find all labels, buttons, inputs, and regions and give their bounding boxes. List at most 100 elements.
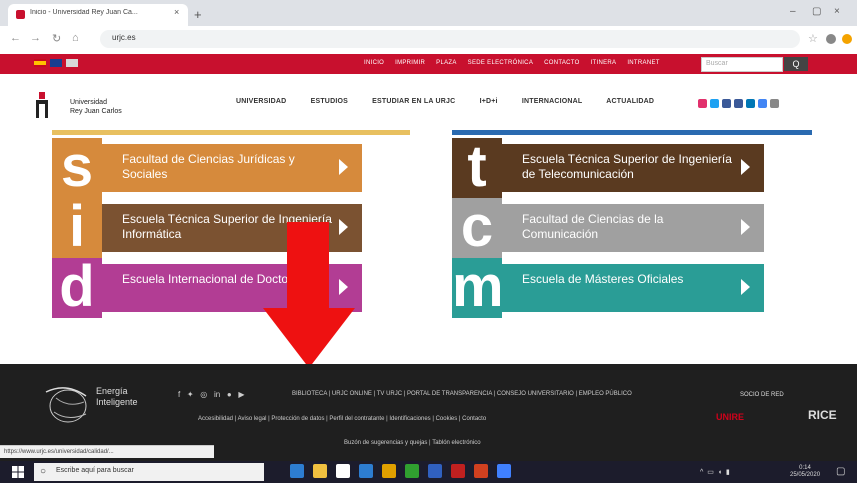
spain-flag-icon[interactable] — [34, 59, 46, 67]
footer-link[interactable]: Aviso legal — [238, 416, 267, 422]
nav-internacional[interactable]: INTERNACIONAL — [522, 98, 583, 105]
logo-text[interactable]: Universidad Rey Juan Carlos — [70, 98, 122, 116]
footer-link[interactable]: TV URJC — [377, 391, 402, 397]
taskbar-app-icon[interactable] — [497, 464, 511, 478]
footer-link[interactable]: PORTAL DE TRANSPARENCIA — [407, 391, 492, 397]
toplink-plaza[interactable]: PLAZA — [436, 60, 457, 66]
toplink-contacto[interactable]: CONTACTO — [544, 60, 580, 66]
toplink-imprimir[interactable]: IMPRIMIR — [395, 60, 425, 66]
taskbar-app-icon[interactable] — [290, 464, 304, 478]
forward-icon[interactable]: → — [30, 32, 41, 44]
partner-rice-logo[interactable]: RICE — [808, 408, 837, 422]
taskbar-app-icon[interactable] — [359, 464, 373, 478]
footer-link[interactable]: Accesibilidad — [198, 416, 233, 422]
instagram-icon[interactable]: ◎ — [200, 390, 207, 399]
extension-icon[interactable] — [826, 34, 836, 44]
reload-icon[interactable]: ↻ — [52, 32, 61, 45]
browser-tab[interactable]: Inicio - Universidad Rey Juan Ca... × — [8, 4, 188, 26]
taskbar-app-icon[interactable] — [405, 464, 419, 478]
play-arrow-icon[interactable] — [339, 279, 348, 295]
school-letter-t: t — [452, 138, 502, 198]
close-window-button[interactable]: × — [834, 6, 840, 17]
play-arrow-icon[interactable] — [339, 219, 348, 235]
address-bar[interactable]: urjc.es — [100, 30, 800, 48]
taskbar-app-icon[interactable] — [474, 464, 488, 478]
clock-time: 0:14 — [799, 465, 811, 471]
play-arrow-icon[interactable] — [741, 279, 750, 295]
taskbar-search-placeholder: Escribe aquí para buscar — [56, 467, 134, 474]
back-icon[interactable]: ← — [10, 32, 21, 44]
home-icon[interactable]: ⌂ — [72, 32, 79, 44]
linkedin-icon[interactable]: in — [214, 390, 220, 399]
flickr-icon[interactable] — [722, 99, 731, 108]
footer-link[interactable]: Identificaciones — [389, 416, 430, 422]
maximize-button[interactable]: ▢ — [812, 6, 821, 17]
schools-grid: s Facultad de Ciencias Jurídicas y Social… — [0, 130, 857, 364]
search-icon: ○ — [40, 466, 47, 477]
taskbar-clock[interactable]: 0:14 25/05/2020 — [790, 465, 820, 479]
chevron-up-icon[interactable]: ^ — [700, 469, 703, 476]
school-card[interactable]: Escuela de Másteres Oficiales — [502, 264, 764, 312]
facebook-icon[interactable] — [734, 99, 743, 108]
uk-flag-icon[interactable] — [50, 59, 62, 67]
flickr-icon[interactable]: ● — [227, 390, 232, 399]
nav-actualidad[interactable]: ACTUALIDAD — [606, 98, 654, 105]
footer-brand: Energía Inteligente — [96, 386, 138, 408]
volume-icon[interactable]: ◖ — [718, 469, 722, 476]
urjc-logo-icon[interactable] — [34, 92, 50, 118]
play-arrow-icon[interactable] — [741, 219, 750, 235]
footer-link[interactable]: Cookies — [436, 416, 458, 422]
tab-close-icon[interactable]: × — [174, 7, 179, 17]
facebook-icon[interactable]: f — [178, 390, 180, 399]
footer-link[interactable]: Contacto — [462, 416, 486, 422]
linkedin-icon[interactable] — [746, 99, 755, 108]
taskbar-search-input[interactable]: ○ Escribe aquí para buscar — [34, 463, 264, 481]
school-card[interactable]: Facultad de Ciencias de la Comunicación — [502, 204, 764, 252]
taskbar-app-icon[interactable] — [313, 464, 327, 478]
twitter-icon[interactable] — [710, 99, 719, 108]
footer-link[interactable]: Perfil del contratante — [329, 416, 384, 422]
footer-link[interactable]: BIBLIOTECA — [292, 391, 327, 397]
taskbar-app-icon[interactable] — [428, 464, 442, 478]
toplink-inicio[interactable]: INICIO — [364, 60, 384, 66]
instagram-icon[interactable] — [698, 99, 707, 108]
nav-universidad[interactable]: UNIVERSIDAD — [236, 98, 286, 105]
nav-estudiar[interactable]: ESTUDIAR EN LA URJC — [372, 98, 455, 105]
play-arrow-icon[interactable] — [741, 159, 750, 175]
battery-icon[interactable]: ▮ — [726, 469, 730, 476]
partner-unire-logo[interactable]: UNIRE — [716, 412, 744, 422]
taskbar-app-icon[interactable] — [336, 464, 350, 478]
footer-link[interactable]: CONSEJO UNIVERSITARIO — [497, 391, 574, 397]
footer-link[interactable]: URJC ONLINE — [332, 391, 372, 397]
footer-link[interactable]: Buzón de sugerencias y quejas — [344, 440, 427, 446]
search-button[interactable]: Q — [784, 57, 808, 71]
nav-idi[interactable]: I+D+i — [480, 98, 498, 105]
toplink-itinera[interactable]: ITINERA — [591, 60, 617, 66]
language-flag-icon[interactable] — [66, 59, 78, 67]
nav-estudios[interactable]: ESTUDIOS — [311, 98, 348, 105]
footer-link[interactable]: Protección de datos — [271, 416, 324, 422]
profile-icon[interactable] — [842, 34, 852, 44]
school-card[interactable]: Facultad de Ciencias Jurídicas y Sociale… — [102, 144, 362, 192]
windows-start-icon[interactable] — [12, 466, 24, 478]
minimize-button[interactable]: – — [790, 6, 796, 17]
toplink-intranet[interactable]: INTRANET — [627, 60, 659, 66]
bookmark-star-icon[interactable]: ☆ — [808, 32, 818, 45]
network-icon[interactable]: ▭ — [707, 469, 714, 476]
play-arrow-icon[interactable] — [339, 159, 348, 175]
taskbar-app-icon[interactable] — [382, 464, 396, 478]
school-card[interactable]: Escuela Técnica Superior de Ingeniería d… — [502, 144, 764, 192]
rss-icon[interactable] — [770, 99, 779, 108]
clock-date: 25/05/2020 — [790, 472, 821, 478]
footer-brand-line1: Energía — [96, 386, 128, 396]
taskbar-app-icon[interactable] — [451, 464, 465, 478]
toplink-sede[interactable]: SEDE ELECTRÓNICA — [468, 60, 533, 66]
google-icon[interactable] — [758, 99, 767, 108]
twitter-icon[interactable]: ✦ — [187, 390, 194, 399]
footer-link[interactable]: EMPLEO PÚBLICO — [579, 391, 632, 397]
footer-link[interactable]: Tablón electrónico — [432, 440, 480, 446]
new-tab-button[interactable]: + — [194, 7, 202, 22]
youtube-icon[interactable]: ▶ — [238, 390, 244, 399]
notifications-icon[interactable]: ▢ — [836, 466, 845, 477]
site-search-input[interactable]: Buscar — [701, 57, 783, 72]
